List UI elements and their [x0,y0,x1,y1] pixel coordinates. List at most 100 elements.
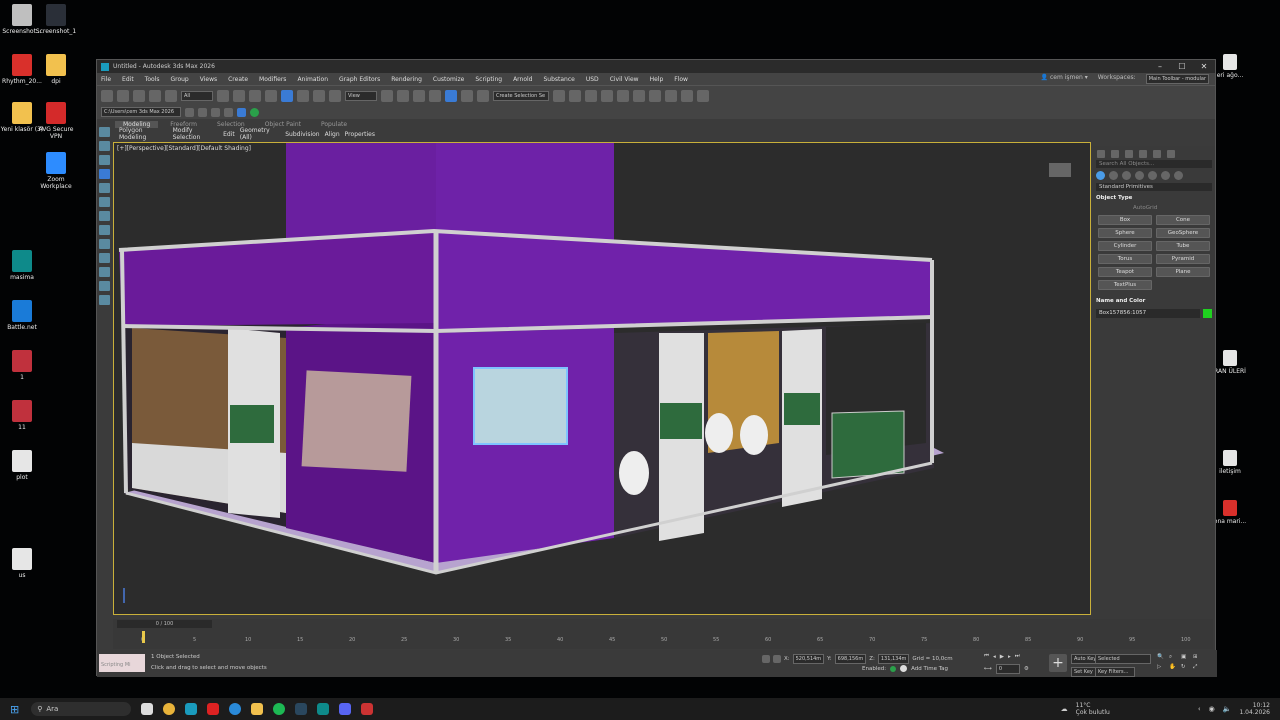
menu-rendering[interactable]: Rendering [391,76,422,83]
pan-icon[interactable]: ✋ [1169,664,1178,671]
scale-icon[interactable] [313,89,325,102]
maximize-icon[interactable]: ☐ [1171,62,1193,71]
file-explorer-icon[interactable] [251,703,264,715]
go-to-start-icon[interactable]: ⏮ [984,653,989,660]
desktop-icon[interactable]: 1 [0,350,44,381]
set-key-big-icon[interactable]: + [1049,654,1067,672]
window-crossing-icon[interactable] [265,89,277,102]
time-tag-icon[interactable] [900,665,908,672]
primitive-geosphere-button[interactable]: GeoSphere [1156,228,1210,238]
desktop-icon[interactable]: 11 [0,400,44,431]
rotate-icon[interactable] [297,89,309,102]
tool-icon-12[interactable] [99,281,110,291]
create-tab-icon[interactable] [1097,150,1105,158]
select-object-icon[interactable] [217,89,229,102]
display-panel-icon[interactable] [99,183,110,193]
motion-tab-icon[interactable] [1139,150,1147,158]
select-manipulate-icon[interactable] [397,89,409,102]
rendered-frame-icon[interactable] [681,89,693,102]
cameras-icon[interactable] [1135,171,1144,180]
enabled-toggle-icon[interactable] [890,665,897,672]
x-coordinate-field[interactable]: 520,514m [792,654,825,664]
track-bar[interactable]: 0510152025303540455055606570758085909510… [141,631,1213,647]
primitive-teapot-button[interactable]: Teapot [1098,267,1152,277]
ribbon-item-geometry-all-[interactable]: Geometry (All) [240,127,280,141]
menu-tools[interactable]: Tools [145,76,160,83]
ribbon-tab-populate[interactable]: Populate [313,121,355,128]
menu-usd[interactable]: USD [586,76,599,83]
modify-tab-icon[interactable] [1111,150,1119,158]
motion-panel-icon[interactable] [99,169,110,179]
next-frame-icon[interactable]: ▸ [1008,654,1011,660]
ribbon-item-edit[interactable]: Edit [223,131,235,138]
project-folder-icon[interactable] [211,107,220,117]
desktop-icon[interactable]: plot [0,450,44,481]
start-icon[interactable]: ⊞ [10,703,19,716]
field-of-view-icon[interactable]: ▷ [1157,664,1166,671]
desktop-icon[interactable]: masima [0,250,44,281]
ribbon-item-modify-selection[interactable]: Modify Selection [173,127,219,141]
opera-icon[interactable] [207,703,220,715]
check-icon[interactable] [250,107,259,117]
desktop-icon[interactable]: eri ağo... [1212,54,1248,79]
z-coordinate-field[interactable]: 131,134m [877,654,910,664]
menu-civil-view[interactable]: Civil View [610,76,639,83]
mirror-icon[interactable] [553,89,565,102]
steam-icon[interactable] [295,703,308,715]
desktop-icon[interactable]: ona mari... [1212,500,1248,525]
snaps-toggle-icon[interactable] [429,89,441,102]
primitive-cylinder-button[interactable]: Cylinder [1098,241,1152,251]
selection-filter-dropdown[interactable]: All [181,90,213,101]
primitive-torus-button[interactable]: Torus [1098,254,1152,264]
display-tab-icon[interactable] [1153,150,1161,158]
geometry-icon[interactable] [1096,171,1105,180]
network-icon[interactable]: ◉ [1209,705,1215,713]
menu-customize[interactable]: Customize [433,76,465,83]
lock-selection-icon[interactable] [762,655,770,663]
zoom-icon[interactable]: 🔍 [1157,654,1166,661]
pivot-center-icon[interactable] [381,89,393,102]
unlink-icon[interactable] [149,89,161,102]
menu-file[interactable]: File [101,76,111,83]
render-production-icon[interactable] [697,89,709,102]
ribbon-item-properties[interactable]: Properties [345,131,375,138]
menu-views[interactable]: Views [200,76,217,83]
add-time-tag[interactable]: Add Time Tag [911,666,948,672]
tool-icon-11[interactable] [99,267,110,277]
zoom-all-icon[interactable]: ⌕ [1169,654,1178,661]
save-project-icon[interactable] [198,107,207,117]
shapes-icon[interactable] [1109,171,1118,180]
menu-scripting[interactable]: Scripting [475,76,502,83]
curve-editor-icon[interactable] [617,89,629,102]
minimize-icon[interactable]: – [1149,62,1171,71]
menu-modifiers[interactable]: Modifiers [259,76,286,83]
align-icon[interactable] [569,89,581,102]
volume-icon[interactable]: 🔈 [1223,705,1232,713]
spotify-icon[interactable] [273,703,286,715]
chrome-icon[interactable] [163,703,176,715]
keyboard-shortcut-icon[interactable] [413,89,425,102]
select-by-name-icon[interactable] [233,89,245,102]
maximize-viewport-icon[interactable]: ⤢ [1193,664,1202,671]
key-filters-button[interactable]: Key Filters... [1095,667,1135,677]
menu-help[interactable]: Help [650,76,664,83]
menu-animation[interactable]: Animation [297,76,328,83]
tool-icon-8[interactable] [99,225,110,235]
ribbon-item-align[interactable]: Align [325,131,340,138]
utilities-panel-icon[interactable] [99,197,110,207]
key-set-dropdown[interactable]: Selected [1095,654,1151,664]
desktop-icon[interactable]: Zoom Workplace [34,152,78,190]
tool-icon-10[interactable] [99,253,110,263]
weather-icon[interactable]: ☁ [1061,705,1068,713]
tool-icon-7[interactable] [99,211,110,221]
timeline-cursor[interactable] [142,631,145,643]
orbit-icon[interactable]: ↻ [1181,664,1190,671]
app-icon[interactable] [361,703,374,715]
menu-arnold[interactable]: Arnold [513,76,532,83]
hierarchy-panel-icon[interactable] [99,155,110,165]
redo-icon[interactable] [117,89,129,102]
task-view-icon[interactable] [141,703,154,715]
close-icon[interactable]: ✕ [1193,62,1215,71]
undo-icon[interactable] [101,89,113,102]
render-setup-icon[interactable] [665,89,677,102]
